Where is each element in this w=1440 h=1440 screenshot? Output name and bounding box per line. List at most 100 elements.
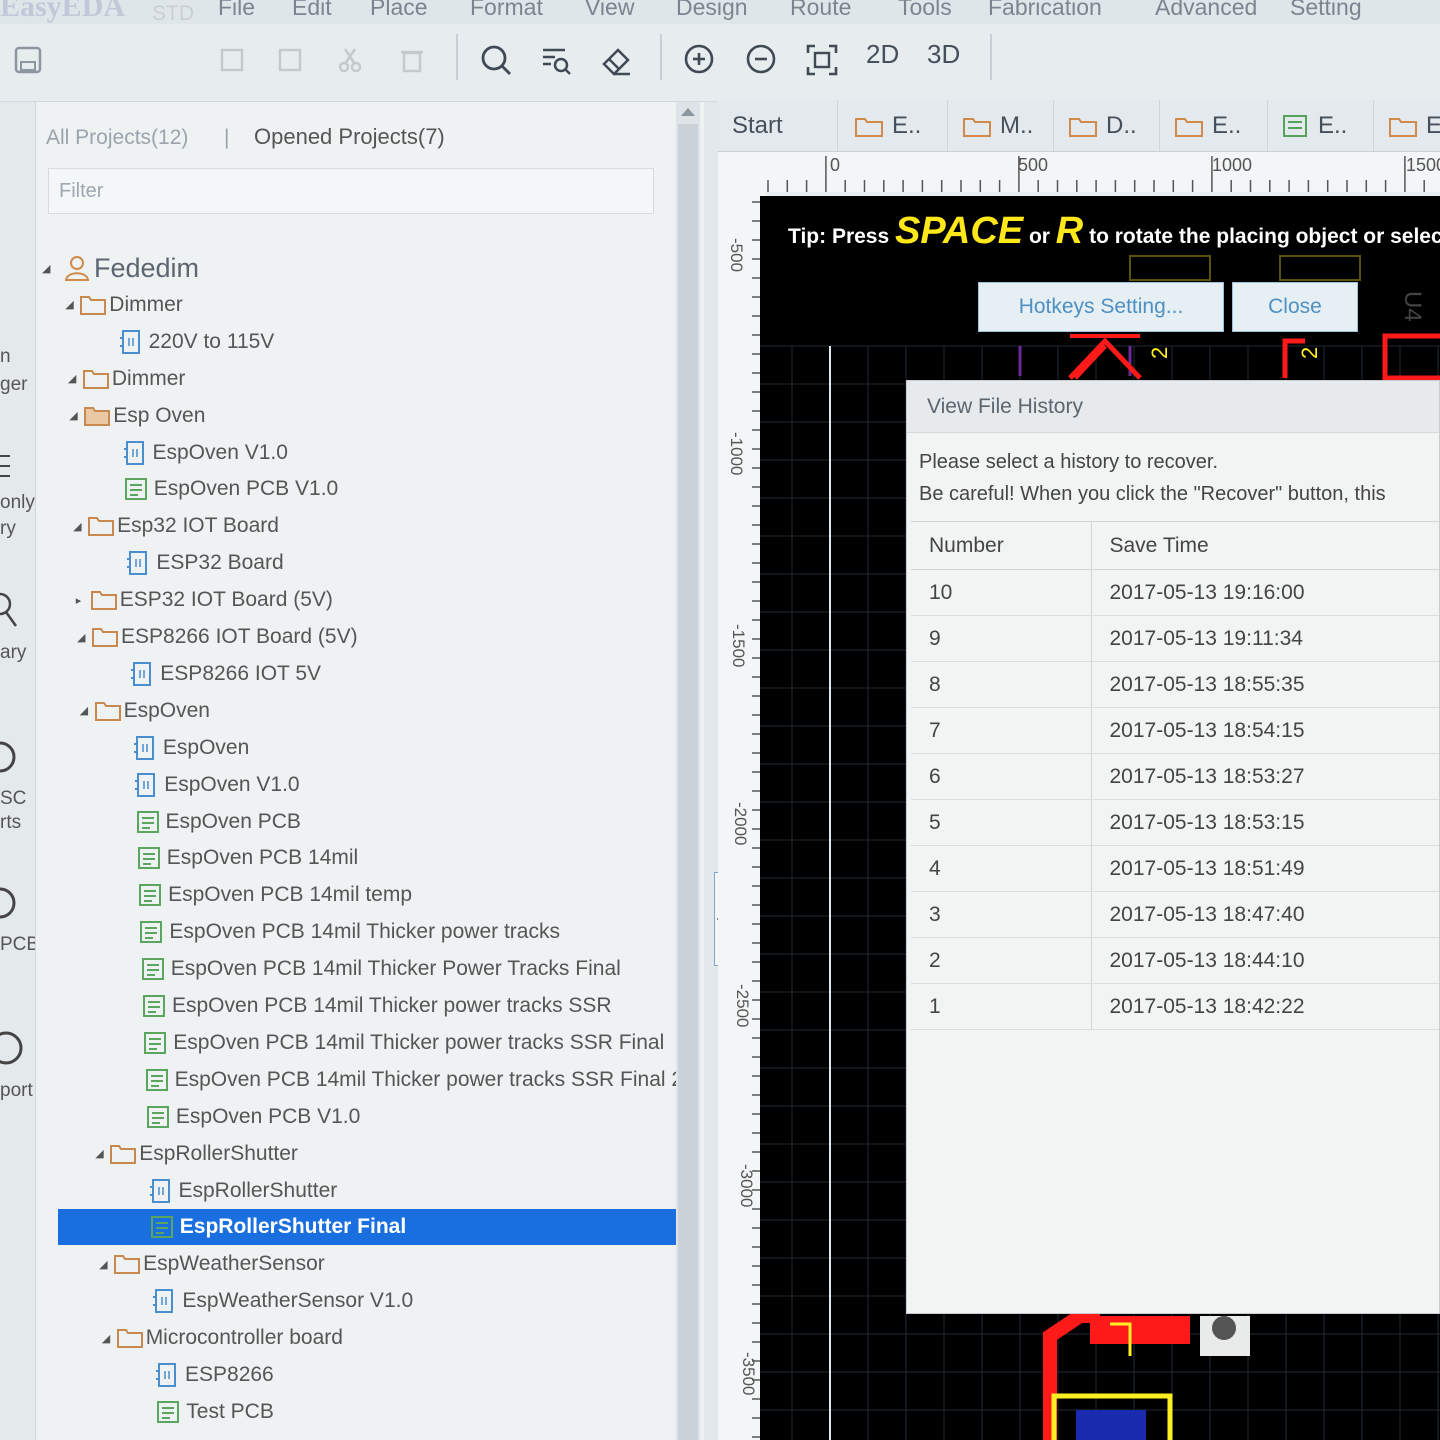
tree-item[interactable]: ◢ Fededim <box>42 250 199 286</box>
tree-item[interactable]: ◢ Dimmer <box>65 287 183 323</box>
tree-item[interactable]: EspOven PCB 14mil Thicker power tracks S… <box>129 1025 664 1061</box>
history-row[interactable]: 6 2017-05-13 18:53:27 <box>911 753 1439 800</box>
zoom-in-icon[interactable] <box>678 36 722 84</box>
find-list-icon[interactable] <box>534 36 578 84</box>
expand-caret-icon[interactable]: ◢ <box>80 704 94 717</box>
tab-opened-projects[interactable]: Opened Projects(7) <box>254 124 445 150</box>
tree-item[interactable]: ◢ EspRollerShutter <box>95 1136 298 1172</box>
menu-tools[interactable]: Tools <box>898 0 952 21</box>
tree-item[interactable]: EspOven PCB <box>122 804 301 840</box>
tree-item[interactable]: ESP8266 <box>141 1357 274 1393</box>
tab-document[interactable]: E.. <box>1268 100 1374 151</box>
expand-caret-icon[interactable]: ◢ <box>102 1332 116 1345</box>
erase-icon[interactable] <box>594 36 638 84</box>
tree-item[interactable]: EspOven PCB 14mil Thicker power tracks <box>125 914 560 950</box>
tree-item[interactable]: ◢ Esp32 IOT Board <box>73 508 279 544</box>
nav-fragment-library-2[interactable]: ary <box>0 642 26 664</box>
tree-item[interactable]: ◢ EspWeatherSensor <box>99 1246 325 1282</box>
column-header-save-time[interactable]: Save Time <box>1091 521 1439 570</box>
tab-all-projects[interactable]: All Projects(12) <box>46 126 188 150</box>
history-row[interactable]: 9 2017-05-13 19:11:34 <box>911 615 1439 662</box>
tree-item[interactable]: ◢ Microcontroller board <box>102 1320 343 1356</box>
history-row[interactable]: 3 2017-05-13 18:47:40 <box>911 891 1439 938</box>
tree-item[interactable]: ESP8266 IOT 5V <box>116 656 321 692</box>
tree-item[interactable]: ESP32 Board <box>112 545 284 581</box>
tab-document[interactable]: D.. <box>1054 100 1160 151</box>
search-icon[interactable] <box>0 592 20 637</box>
menu-place[interactable]: Place <box>370 0 428 21</box>
expand-caret-icon[interactable]: ◢ <box>99 1258 113 1271</box>
tree-item[interactable]: EspOven PCB 14mil Thicker Power Tracks F… <box>127 951 621 987</box>
menu-file[interactable]: File <box>218 0 255 21</box>
filter-input[interactable] <box>48 168 654 214</box>
scroll-thumb[interactable] <box>678 124 698 1440</box>
delete-icon[interactable] <box>390 36 434 84</box>
tree-item[interactable]: EspOven PCB V1.0 <box>110 471 338 507</box>
menu-edit[interactable]: Edit <box>292 0 332 21</box>
support-icon[interactable] <box>0 1030 24 1075</box>
history-row[interactable]: 7 2017-05-13 18:54:15 <box>911 707 1439 754</box>
nav-fragment-support[interactable]: port <box>0 1080 33 1102</box>
history-row[interactable]: 8 2017-05-13 18:55:35 <box>911 661 1439 708</box>
tree-item[interactable]: ◢ Dimmer <box>68 361 186 397</box>
jlcpcb-icon[interactable] <box>0 886 20 925</box>
expand-caret-icon[interactable]: ◢ <box>95 1147 109 1160</box>
tab-start[interactable]: Start <box>718 100 838 151</box>
tree-item[interactable]: EspOven PCB V1.0 <box>132 1099 360 1135</box>
expand-caret-icon[interactable]: ◢ <box>42 262 56 275</box>
menu-view[interactable]: View <box>585 0 634 21</box>
tree-item[interactable]: EspOven PCB 14mil <box>123 840 358 876</box>
tree-item[interactable]: EspOven PCB 14mil temp <box>124 877 412 913</box>
collapsed-caret-icon[interactable]: ▸ <box>76 594 90 607</box>
expand-caret-icon[interactable]: ◢ <box>69 409 83 422</box>
history-row[interactable]: 4 2017-05-13 18:51:49 <box>911 845 1439 892</box>
column-header-number[interactable]: Number <box>911 521 1092 570</box>
close-tip-button[interactable]: Close <box>1232 282 1358 332</box>
history-row[interactable]: 5 2017-05-13 18:53:15 <box>911 799 1439 846</box>
tree-item[interactable]: Test PCB <box>142 1394 274 1430</box>
expand-caret-icon[interactable]: ◢ <box>77 631 91 644</box>
panel-scrollbar[interactable] <box>676 102 700 1440</box>
expand-caret-icon[interactable]: ◢ <box>68 372 82 385</box>
redo-icon[interactable] <box>268 36 312 84</box>
history-row[interactable]: 1 2017-05-13 18:42:22 <box>911 983 1439 1030</box>
zoom-out-icon[interactable] <box>740 36 784 84</box>
tree-item[interactable]: EspWeatherSensor V1.0 <box>138 1283 413 1319</box>
undo-icon[interactable] <box>210 36 254 84</box>
tree-item[interactable]: EspOven <box>119 730 249 766</box>
tree-item[interactable]: EspOven V1.0 <box>109 435 288 471</box>
fit-icon[interactable] <box>800 36 844 84</box>
tab-document[interactable]: E <box>1374 100 1440 151</box>
history-row[interactable]: 2 2017-05-13 18:44:10 <box>911 937 1439 984</box>
list-icon[interactable] <box>0 454 14 483</box>
save-icon[interactable] <box>6 36 50 84</box>
search-icon[interactable] <box>474 36 518 84</box>
nav-fragment-pcb[interactable]: PCB <box>0 934 35 956</box>
hotkeys-setting-button[interactable]: Hotkeys Setting... <box>978 282 1224 332</box>
tree-item[interactable]: ◢ ESP8266 IOT Board (5V) <box>77 619 358 655</box>
nav-fragment-design[interactable]: n <box>0 346 11 368</box>
nav-fragment-manager[interactable]: ger <box>0 374 27 396</box>
expand-caret-icon[interactable]: ◢ <box>73 520 87 533</box>
nav-fragment-only[interactable]: only <box>0 492 35 514</box>
tree-item[interactable]: EspOven V1.0 <box>120 767 300 803</box>
menu-fabrication[interactable]: Fabrication <box>988 0 1102 21</box>
lcsc-icon[interactable] <box>0 740 18 779</box>
tab-document[interactable]: E.. <box>840 100 948 151</box>
tree-item[interactable]: ◢ Esp Oven <box>69 398 205 434</box>
tree-item[interactable]: ◢ EspOven <box>80 693 210 729</box>
scroll-up-arrow-icon[interactable] <box>681 108 695 116</box>
cut-icon[interactable] <box>328 36 372 84</box>
menu-format[interactable]: Format <box>470 0 543 21</box>
menu-advanced[interactable]: Advanced <box>1155 0 1257 21</box>
menu-route[interactable]: Route <box>790 0 851 21</box>
tree-item[interactable]: ▸ ESP32 IOT Board (5V) <box>76 582 333 618</box>
nav-fragment-library[interactable]: ry <box>0 518 16 540</box>
tab-document[interactable]: E.. <box>1160 100 1268 151</box>
tree-item[interactable]: EspOven PCB 14mil Thicker power tracks S… <box>128 988 612 1024</box>
tree-item[interactable]: EspRollerShutter <box>135 1173 337 1209</box>
view-2d-button[interactable]: 2D <box>866 39 899 70</box>
tree-item[interactable]: EspOven PCB 14mil Thicker power tracks S… <box>131 1062 683 1098</box>
menu-design[interactable]: Design <box>676 0 748 21</box>
panel-splitter[interactable] <box>704 102 718 1440</box>
